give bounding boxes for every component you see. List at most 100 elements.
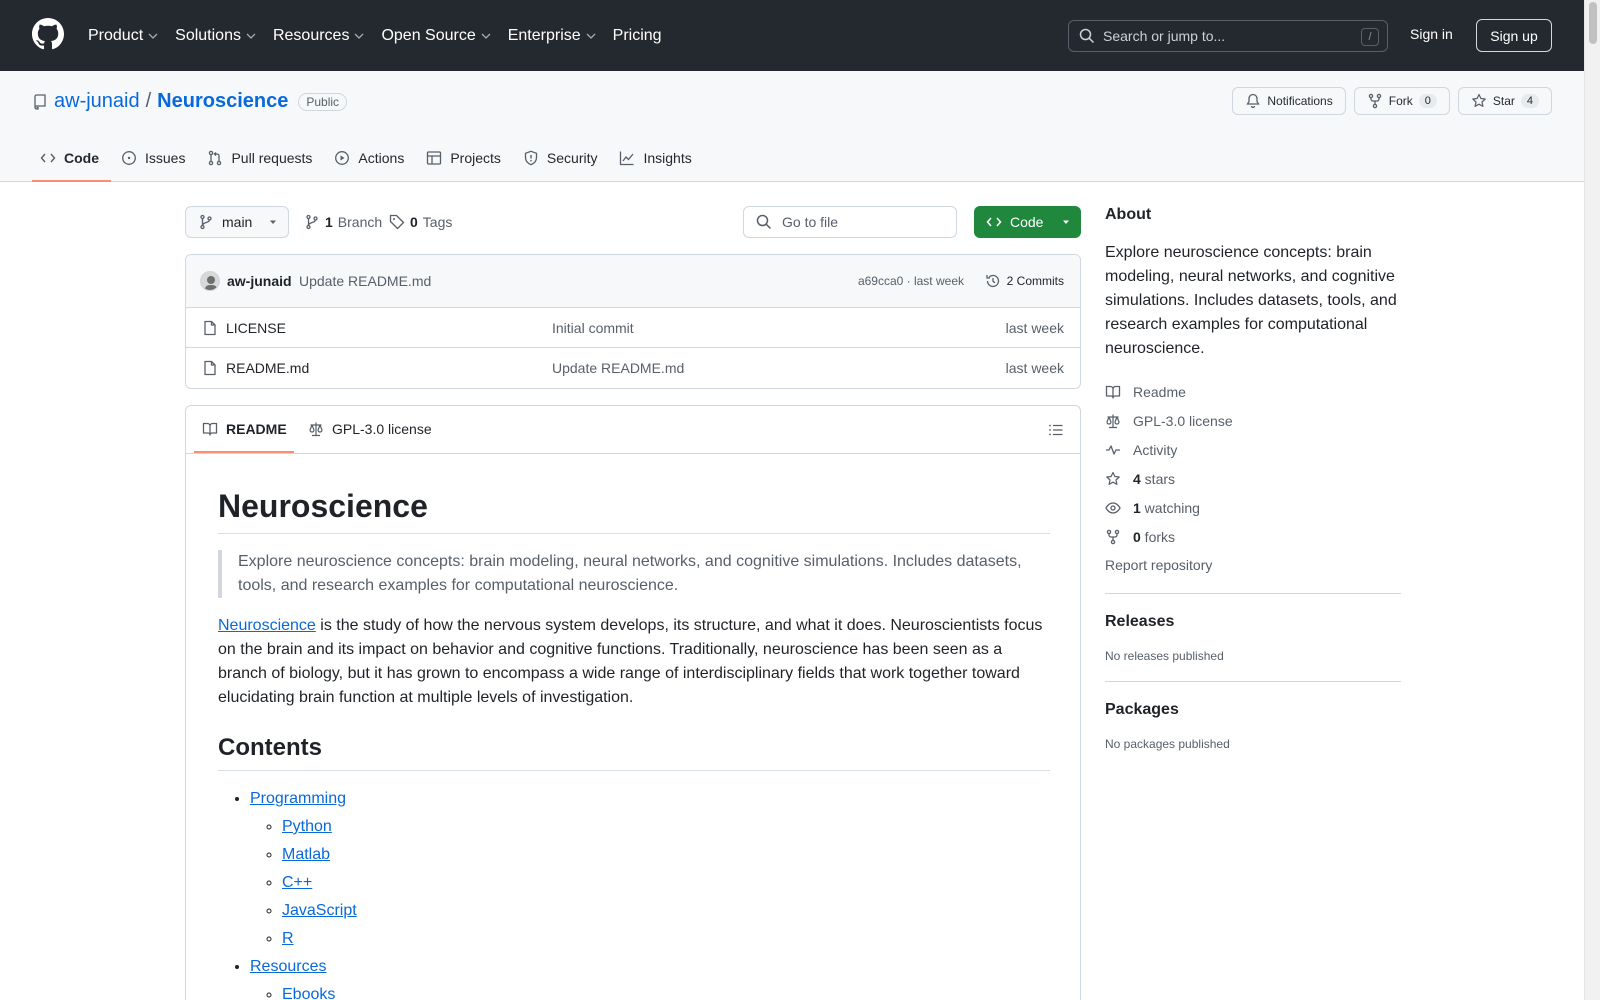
history-icon xyxy=(986,274,999,288)
readme-blockquote: Explore neuroscience concepts: brain mod… xyxy=(218,550,1050,598)
packages-empty-text: No packages published xyxy=(1105,737,1230,751)
tab-code-label: Code xyxy=(64,150,99,166)
list-item: Resources Ebooks xyxy=(250,955,1050,1000)
file-commit-date: last week xyxy=(1005,360,1064,376)
branch-selector[interactable]: main xyxy=(185,206,289,238)
commits-history-link[interactable]: 2 Commits xyxy=(985,273,1064,289)
tab-license-label: GPL-3.0 license xyxy=(332,421,432,437)
tags-link[interactable]: 0 Tags xyxy=(389,214,452,230)
avatar[interactable] xyxy=(200,271,220,291)
active-tab-indicator xyxy=(194,451,294,453)
notifications-button[interactable]: Notifications xyxy=(1232,87,1346,115)
toc-link-python[interactable]: Python xyxy=(282,818,332,835)
chevron-down-icon xyxy=(148,33,158,39)
star-label: Star xyxy=(1492,94,1515,108)
sign-up-button[interactable]: Sign up xyxy=(1476,19,1552,52)
toc-link-matlab[interactable]: Matlab xyxy=(282,846,330,863)
repository-header: aw-junaid / Neuroscience Public Notifica… xyxy=(0,71,1584,182)
file-list: aw-junaid Update README.md a69cca0 · las… xyxy=(185,254,1081,389)
repo-name-link[interactable]: Neuroscience xyxy=(157,90,288,113)
nav-solutions-label: Solutions xyxy=(175,26,241,44)
tab-license[interactable]: GPL-3.0 license xyxy=(308,421,432,437)
tab-projects[interactable]: Projects xyxy=(418,143,513,181)
tab-insights[interactable]: Insights xyxy=(611,143,703,181)
code-dropdown-button[interactable]: Code xyxy=(974,206,1081,238)
readme-link[interactable]: Readme xyxy=(1105,377,1401,406)
chevron-down-icon xyxy=(481,33,491,39)
file-commit-message[interactable]: Update README.md xyxy=(552,360,684,376)
toc-link-programming[interactable]: Programming xyxy=(250,790,346,807)
repo-icon xyxy=(34,93,46,110)
toc-link-javascript[interactable]: JavaScript xyxy=(282,902,357,919)
tab-readme[interactable]: README xyxy=(202,421,287,437)
divider xyxy=(1105,681,1401,682)
readme-title: Neuroscience xyxy=(218,488,1050,534)
chevron-down-icon xyxy=(586,33,596,39)
list-unordered-icon[interactable] xyxy=(1048,422,1064,438)
tab-insights-label: Insights xyxy=(643,150,692,166)
activity-link[interactable]: Activity xyxy=(1105,435,1401,464)
releases-heading[interactable]: Releases xyxy=(1105,613,1401,631)
watching-link[interactable]: 1 watching xyxy=(1105,493,1401,522)
file-commit-message[interactable]: Initial commit xyxy=(552,320,634,336)
forks-link[interactable]: 0 forks xyxy=(1105,522,1401,551)
caret-down-icon xyxy=(1063,220,1070,224)
file-icon xyxy=(204,320,216,336)
commit-message-link[interactable]: Update README.md xyxy=(299,273,431,289)
tab-security[interactable]: Security xyxy=(515,143,610,181)
list-item: C++ xyxy=(282,871,1050,895)
nav-enterprise[interactable]: Enterprise xyxy=(508,27,597,45)
license-link[interactable]: GPL-3.0 license xyxy=(1105,406,1401,435)
star-icon xyxy=(1472,93,1486,107)
nav-enterprise-label: Enterprise xyxy=(507,26,581,44)
page-scrollbar[interactable] xyxy=(1584,0,1600,1000)
nav-pricing[interactable]: Pricing xyxy=(613,27,662,45)
report-repository-link[interactable]: Report repository xyxy=(1105,551,1401,579)
stars-link[interactable]: 4 stars xyxy=(1105,464,1401,493)
file-name-link[interactable]: README.md xyxy=(226,360,309,376)
toc-link-r[interactable]: R xyxy=(282,930,294,947)
tab-issues[interactable]: Issues xyxy=(113,143,197,181)
avatar-image xyxy=(201,272,219,290)
table-row: README.md Update README.md last week xyxy=(186,348,1080,388)
tab-projects-label: Projects xyxy=(450,150,501,166)
tab-code[interactable]: Code xyxy=(32,143,111,182)
toc-link-ebooks[interactable]: Ebooks xyxy=(282,986,335,1000)
book-icon xyxy=(1105,385,1121,399)
commit-hash-time[interactable]: a69cca0 · last week xyxy=(858,274,964,288)
repo-owner-link[interactable]: aw-junaid xyxy=(54,90,140,113)
file-name-link[interactable]: LICENSE xyxy=(226,320,286,336)
github-logo-icon[interactable] xyxy=(32,18,64,50)
go-to-file-input[interactable]: Go to file xyxy=(743,206,957,238)
commit-author-link[interactable]: aw-junaid xyxy=(227,273,292,289)
fork-button[interactable]: Fork 0 xyxy=(1353,87,1450,115)
divider xyxy=(1105,593,1401,594)
visibility-badge: Public xyxy=(298,92,348,111)
file-icon xyxy=(204,360,216,376)
search-input[interactable]: Search or jump to... / xyxy=(1068,20,1388,52)
nav-resources[interactable]: Resources xyxy=(273,27,365,45)
list-item: Programming Python Matlab C++ JavaScript… xyxy=(250,787,1050,951)
toc-link-cpp[interactable]: C++ xyxy=(282,874,312,891)
branch-name: main xyxy=(222,214,253,230)
packages-heading[interactable]: Packages xyxy=(1105,701,1401,719)
fork-count: 0 xyxy=(1418,94,1437,108)
sign-in-link[interactable]: Sign in xyxy=(1410,26,1453,42)
nav-solutions[interactable]: Solutions xyxy=(175,27,257,45)
code-button-label: Code xyxy=(1010,214,1044,230)
tab-actions[interactable]: Actions xyxy=(326,143,416,181)
nav-product[interactable]: Product xyxy=(88,27,159,45)
law-icon xyxy=(309,422,323,437)
readme-panel: README GPL-3.0 license Neuroscience Expl… xyxy=(185,405,1081,1000)
pull-request-icon xyxy=(209,150,222,166)
scrollbar-thumb[interactable] xyxy=(1589,2,1597,44)
tab-pull-requests[interactable]: Pull requests xyxy=(199,143,324,181)
nav-open-source[interactable]: Open Source xyxy=(381,27,491,45)
toc-link-resources[interactable]: Resources xyxy=(250,958,326,975)
list-item: JavaScript xyxy=(282,899,1050,923)
main-content: main 1 Branch 0 Tags Go to file Code aw-… xyxy=(185,206,1081,1000)
star-button[interactable]: Star 4 xyxy=(1457,87,1552,115)
branches-link[interactable]: 1 Branch xyxy=(304,214,382,230)
neuroscience-link[interactable]: Neuroscience xyxy=(218,617,316,634)
search-placeholder: Search or jump to... xyxy=(1103,28,1226,44)
